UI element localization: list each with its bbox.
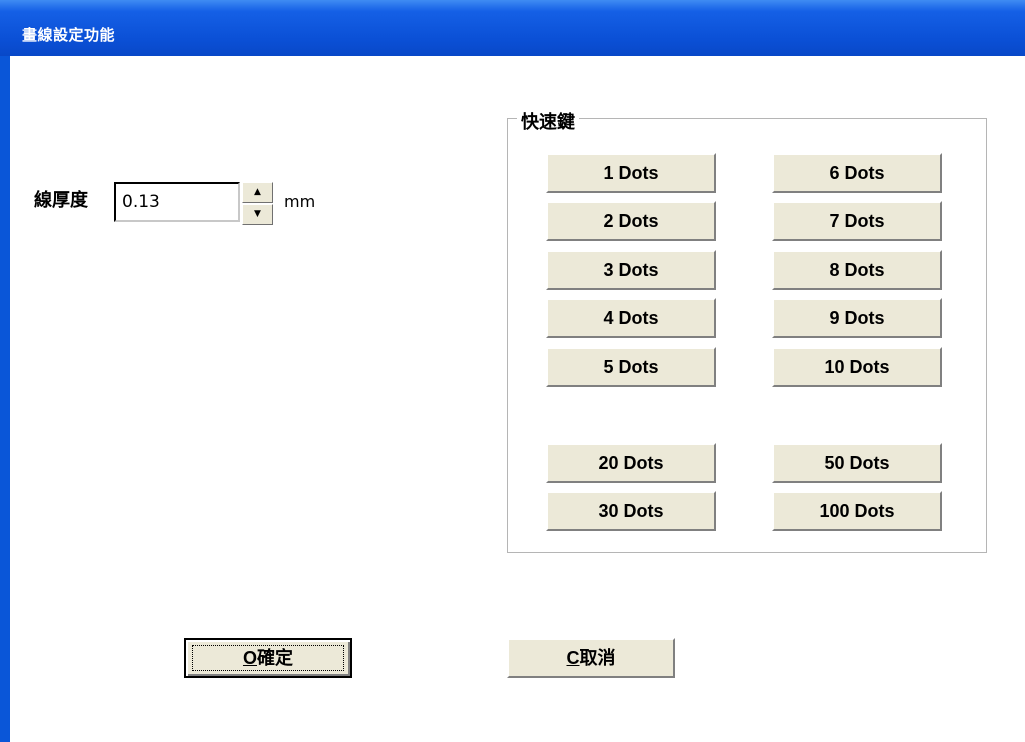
thickness-input[interactable]: 0.13: [114, 182, 240, 222]
cancel-button[interactable]: C取消: [507, 638, 675, 678]
spin-up-button[interactable]: ▲: [242, 182, 273, 203]
thickness-spinner: ▲ ▼: [242, 182, 273, 226]
dots-100-button[interactable]: 100 Dots: [772, 491, 942, 531]
dots-9-button[interactable]: 9 Dots: [772, 298, 942, 338]
dots-20-button[interactable]: 20 Dots: [546, 443, 716, 483]
window-title: 畫線設定功能: [22, 26, 116, 44]
arrow-up-icon: ▲: [254, 187, 261, 197]
dots-3-button[interactable]: 3 Dots: [546, 250, 716, 290]
quick-keys-title: 快速鍵: [517, 108, 579, 134]
cancel-text: 取消: [579, 648, 616, 668]
thickness-label: 線厚度: [34, 190, 88, 211]
spin-down-button[interactable]: ▼: [242, 204, 273, 225]
dots-4-button[interactable]: 4 Dots: [546, 298, 716, 338]
ok-mnemonic: O: [242, 648, 257, 668]
cancel-mnemonic: C: [566, 648, 580, 668]
ok-text: 確定: [257, 648, 293, 668]
ok-label: O確定: [243, 648, 293, 668]
dots-30-button[interactable]: 30 Dots: [546, 491, 716, 531]
dots-8-button[interactable]: 8 Dots: [772, 250, 942, 290]
dots-2-button[interactable]: 2 Dots: [546, 201, 716, 241]
cancel-label: C取消: [567, 648, 616, 668]
dots-50-button[interactable]: 50 Dots: [772, 443, 942, 483]
dots-7-button[interactable]: 7 Dots: [772, 201, 942, 241]
dialog-window: 畫線設定功能 線厚度 0.13 ▲ ▼ mm 快速鍵 1 Dots 2 Dots…: [0, 0, 1025, 742]
title-bar[interactable]: 畫線設定功能: [0, 0, 1025, 56]
dots-10-button[interactable]: 10 Dots: [772, 347, 942, 387]
dots-5-button[interactable]: 5 Dots: [546, 347, 716, 387]
arrow-down-icon: ▼: [254, 209, 261, 219]
ok-button[interactable]: O確定: [184, 638, 352, 678]
dots-1-button[interactable]: 1 Dots: [546, 153, 716, 193]
unit-label: mm: [284, 192, 316, 211]
dots-6-button[interactable]: 6 Dots: [772, 153, 942, 193]
